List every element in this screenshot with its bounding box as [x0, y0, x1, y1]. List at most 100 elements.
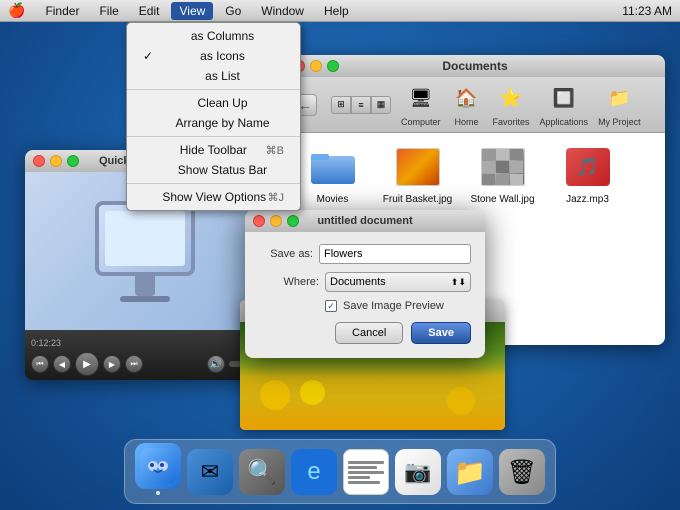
menu-item-hide-toolbar[interactable]: Hide Toolbar ⌘B — [127, 140, 300, 160]
finder-icon — [135, 443, 181, 489]
menubar-edit[interactable]: Edit — [131, 2, 168, 20]
view-icon-btn[interactable]: ⊞ — [331, 96, 351, 114]
qt-playback-buttons: ⏮ ◀ ▶ ▶ ⏭ 🔊 — [31, 352, 259, 376]
where-select[interactable]: Documents ⬆⬇ — [325, 272, 471, 292]
view-buttons: ⊞ ≡ ▦ — [331, 96, 391, 114]
save-dialog-minimize[interactable] — [270, 215, 282, 227]
maximize-button[interactable] — [327, 60, 339, 72]
menubar-file[interactable]: File — [91, 2, 126, 20]
view-col-btn[interactable]: ▦ — [371, 96, 391, 114]
save-button[interactable]: Save — [411, 322, 471, 344]
view-list-btn[interactable]: ≡ — [351, 96, 371, 114]
file-item-stone-wall[interactable]: Stone Wall.jpg — [465, 143, 540, 205]
save-preview-label: Save Image Preview — [343, 300, 444, 312]
dock-item-mail[interactable]: ✉ — [187, 449, 233, 495]
qt-play-button[interactable]: ▶ — [75, 352, 99, 376]
save-preview-checkbox[interactable]: ✓ — [325, 300, 337, 312]
save-as-label: Save as: — [259, 248, 313, 260]
menu-item-show-status-bar[interactable]: Show Status Bar — [127, 160, 300, 180]
dock-dot-finder — [156, 491, 160, 495]
dropdown-arrows: ⬆⬇ — [451, 277, 466, 288]
menu-item-arrange-by-name[interactable]: Arrange by Name — [127, 113, 300, 133]
file-item-fruit-basket[interactable]: Fruit Basket.jpg — [380, 143, 455, 205]
dock-item-trash[interactable]: 🗑 — [499, 449, 545, 495]
menu-item-as-list[interactable]: as List — [127, 66, 300, 86]
my-project-btn[interactable]: 📁 My Project — [598, 83, 641, 127]
save-dialog-close[interactable] — [253, 215, 265, 227]
menu-item-as-columns[interactable]: as Columns — [127, 26, 300, 46]
file-icon-jazz: 🎵 — [564, 143, 612, 191]
documents-titlebar: Documents — [285, 55, 665, 77]
file-name-fruit-basket: Fruit Basket.jpg — [383, 194, 452, 205]
save-dialog-maximize[interactable] — [287, 215, 299, 227]
view-menu-dropdown: as Columns ✓ as Icons as List Clean Up A… — [126, 22, 301, 211]
save-dialog: untitled document Save as: Where: Docume… — [245, 210, 485, 358]
home-label: Home — [455, 117, 479, 127]
dock-item-iphoto[interactable]: 📷 — [395, 449, 441, 495]
menubar-view[interactable]: View — [171, 2, 213, 20]
file-item-jazz[interactable]: 🎵 Jazz.mp3 — [550, 143, 625, 205]
qt-step-forward-button[interactable]: ▶ — [103, 355, 121, 373]
menubar-window[interactable]: Window — [253, 2, 312, 20]
dock-item-finder[interactable] — [135, 443, 181, 495]
dock-item-folder[interactable]: 📁 — [447, 449, 493, 495]
menubar-go[interactable]: Go — [217, 2, 249, 20]
menu-item-clean-up[interactable]: Clean Up — [127, 93, 300, 113]
dock-item-textedit[interactable] — [343, 449, 389, 495]
file-item-movies[interactable]: Movies — [295, 143, 370, 205]
cancel-button[interactable]: Cancel — [335, 322, 403, 344]
home-btn[interactable]: 🏠 Home — [451, 83, 483, 127]
menubar-help[interactable]: Help — [316, 2, 357, 20]
save-as-row: Save as: — [259, 244, 471, 264]
textedit-dock-icon — [343, 449, 389, 495]
where-label: Where: — [259, 276, 319, 288]
qt-traffic-lights — [33, 155, 79, 167]
qt-fast-forward-button[interactable]: ⏭ — [125, 355, 143, 373]
my-project-icon: 📁 — [603, 83, 635, 115]
minimize-button[interactable] — [310, 60, 322, 72]
applications-btn[interactable]: 🔲 Applications — [540, 83, 589, 127]
save-dialog-traffic-lights — [253, 215, 299, 227]
where-row: Where: Documents ⬆⬇ — [259, 272, 471, 292]
qt-step-back-button[interactable]: ◀ — [53, 355, 71, 373]
dock-item-magnifier[interactable]: 🔍 — [239, 449, 285, 495]
computer-label: Computer — [401, 117, 441, 127]
save-dialog-titlebar: untitled document — [245, 210, 485, 232]
mail-icon: ✉ — [187, 449, 233, 495]
file-icon-stone-wall — [479, 143, 527, 191]
dock: ✉ 🔍 e 📷 — [124, 439, 556, 504]
qt-close-button[interactable] — [33, 155, 45, 167]
qt-controls: 0:12:23 ⏮ ◀ ▶ ▶ ⏭ 🔊 — [25, 330, 265, 380]
iphoto-icon: 📷 — [395, 449, 441, 495]
qt-time-display: 0:12:23 — [31, 338, 259, 348]
applications-icon: 🔲 — [548, 83, 580, 115]
qt-volume-button[interactable]: 🔊 — [207, 355, 225, 373]
qt-maximize-button[interactable] — [67, 155, 79, 167]
save-preview-row: ✓ Save Image Preview — [259, 300, 471, 312]
favorites-icon: ⭐ — [495, 83, 527, 115]
menubar-items: Finder File Edit View Go Window Help — [37, 2, 622, 20]
file-icon-fruit-basket — [394, 143, 442, 191]
menu-separator-2 — [127, 136, 300, 137]
desktop: 🍎 Finder File Edit View Go Window Help 1… — [0, 0, 680, 510]
ie-icon: e — [291, 449, 337, 495]
favorites-label: Favorites — [493, 117, 530, 127]
apple-menu[interactable]: 🍎 — [8, 2, 25, 19]
qt-minimize-button[interactable] — [50, 155, 62, 167]
my-project-label: My Project — [598, 117, 641, 127]
qt-rewind-button[interactable]: ⏮ — [31, 355, 49, 373]
menu-item-as-icons[interactable]: ✓ as Icons — [127, 46, 300, 66]
computer-btn[interactable]: 🖥 Computer — [401, 83, 441, 127]
folder-icon-movies — [309, 143, 357, 191]
computer-icon: 🖥 — [405, 83, 437, 115]
dock-item-ie[interactable]: e — [291, 449, 337, 495]
save-as-input[interactable] — [319, 244, 471, 264]
menubar-finder[interactable]: Finder — [37, 2, 87, 20]
save-dialog-title: untitled document — [317, 215, 412, 227]
home-icon: 🏠 — [451, 83, 483, 115]
favorites-btn[interactable]: ⭐ Favorites — [493, 83, 530, 127]
trash-icon: 🗑 — [499, 449, 545, 495]
menubar: 🍎 Finder File Edit View Go Window Help 1… — [0, 0, 680, 22]
folder-dock-icon: 📁 — [447, 449, 493, 495]
menu-item-show-view-options[interactable]: Show View Options ⌘J — [127, 187, 300, 207]
